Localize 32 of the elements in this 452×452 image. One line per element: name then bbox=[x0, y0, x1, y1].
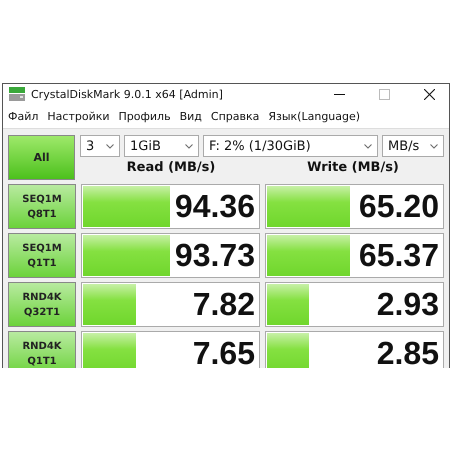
chevron-down-icon bbox=[430, 144, 438, 148]
dropdown[interactable]: 3 bbox=[80, 135, 120, 157]
column-header: Write (MB/s) bbox=[306, 159, 400, 175]
result-value: 7.65 bbox=[192, 335, 255, 368]
test-button[interactable]: SEQ1M Q1T1 bbox=[8, 233, 76, 278]
result-value: 94.36 bbox=[174, 188, 255, 225]
test-button[interactable]: SEQ1M Q8T1 bbox=[8, 184, 76, 229]
menu-item[interactable]: Вид bbox=[180, 110, 202, 122]
result-value: 93.73 bbox=[174, 237, 255, 274]
chevron-down-icon bbox=[364, 144, 372, 148]
close-icon[interactable] bbox=[424, 88, 435, 100]
column-header: Read (MB/s) bbox=[126, 159, 216, 175]
result-value: 2.85 bbox=[376, 335, 439, 368]
dropdown[interactable]: 1GiB bbox=[124, 135, 199, 157]
window-title: CrystalDiskMark 9.0.1 x64 [Admin] bbox=[31, 88, 223, 100]
result-value: 65.37 bbox=[358, 237, 439, 274]
result-value: 65.20 bbox=[358, 188, 439, 225]
result-value: 2.93 bbox=[376, 286, 439, 323]
test-button[interactable]: RND4K Q32T1 bbox=[8, 282, 76, 327]
disk-drive-icon bbox=[9, 87, 25, 101]
test-button[interactable]: RND4K Q1T1 bbox=[8, 331, 76, 368]
menu-item[interactable]: Язык(Language) bbox=[268, 110, 360, 122]
chevron-down-icon bbox=[185, 144, 193, 148]
dropdown[interactable]: F: 2% (1/30GiB) bbox=[203, 135, 378, 157]
menu-item[interactable]: Настройки bbox=[47, 110, 110, 122]
all-button[interactable]: All bbox=[8, 135, 75, 180]
result-value: 7.82 bbox=[192, 286, 255, 323]
menu-item[interactable]: Файл bbox=[8, 110, 38, 122]
menu-item[interactable]: Справка bbox=[210, 110, 260, 122]
dropdown[interactable]: MB/s bbox=[382, 135, 444, 157]
chevron-down-icon bbox=[106, 144, 114, 148]
menu-item[interactable]: Профиль bbox=[118, 110, 171, 122]
